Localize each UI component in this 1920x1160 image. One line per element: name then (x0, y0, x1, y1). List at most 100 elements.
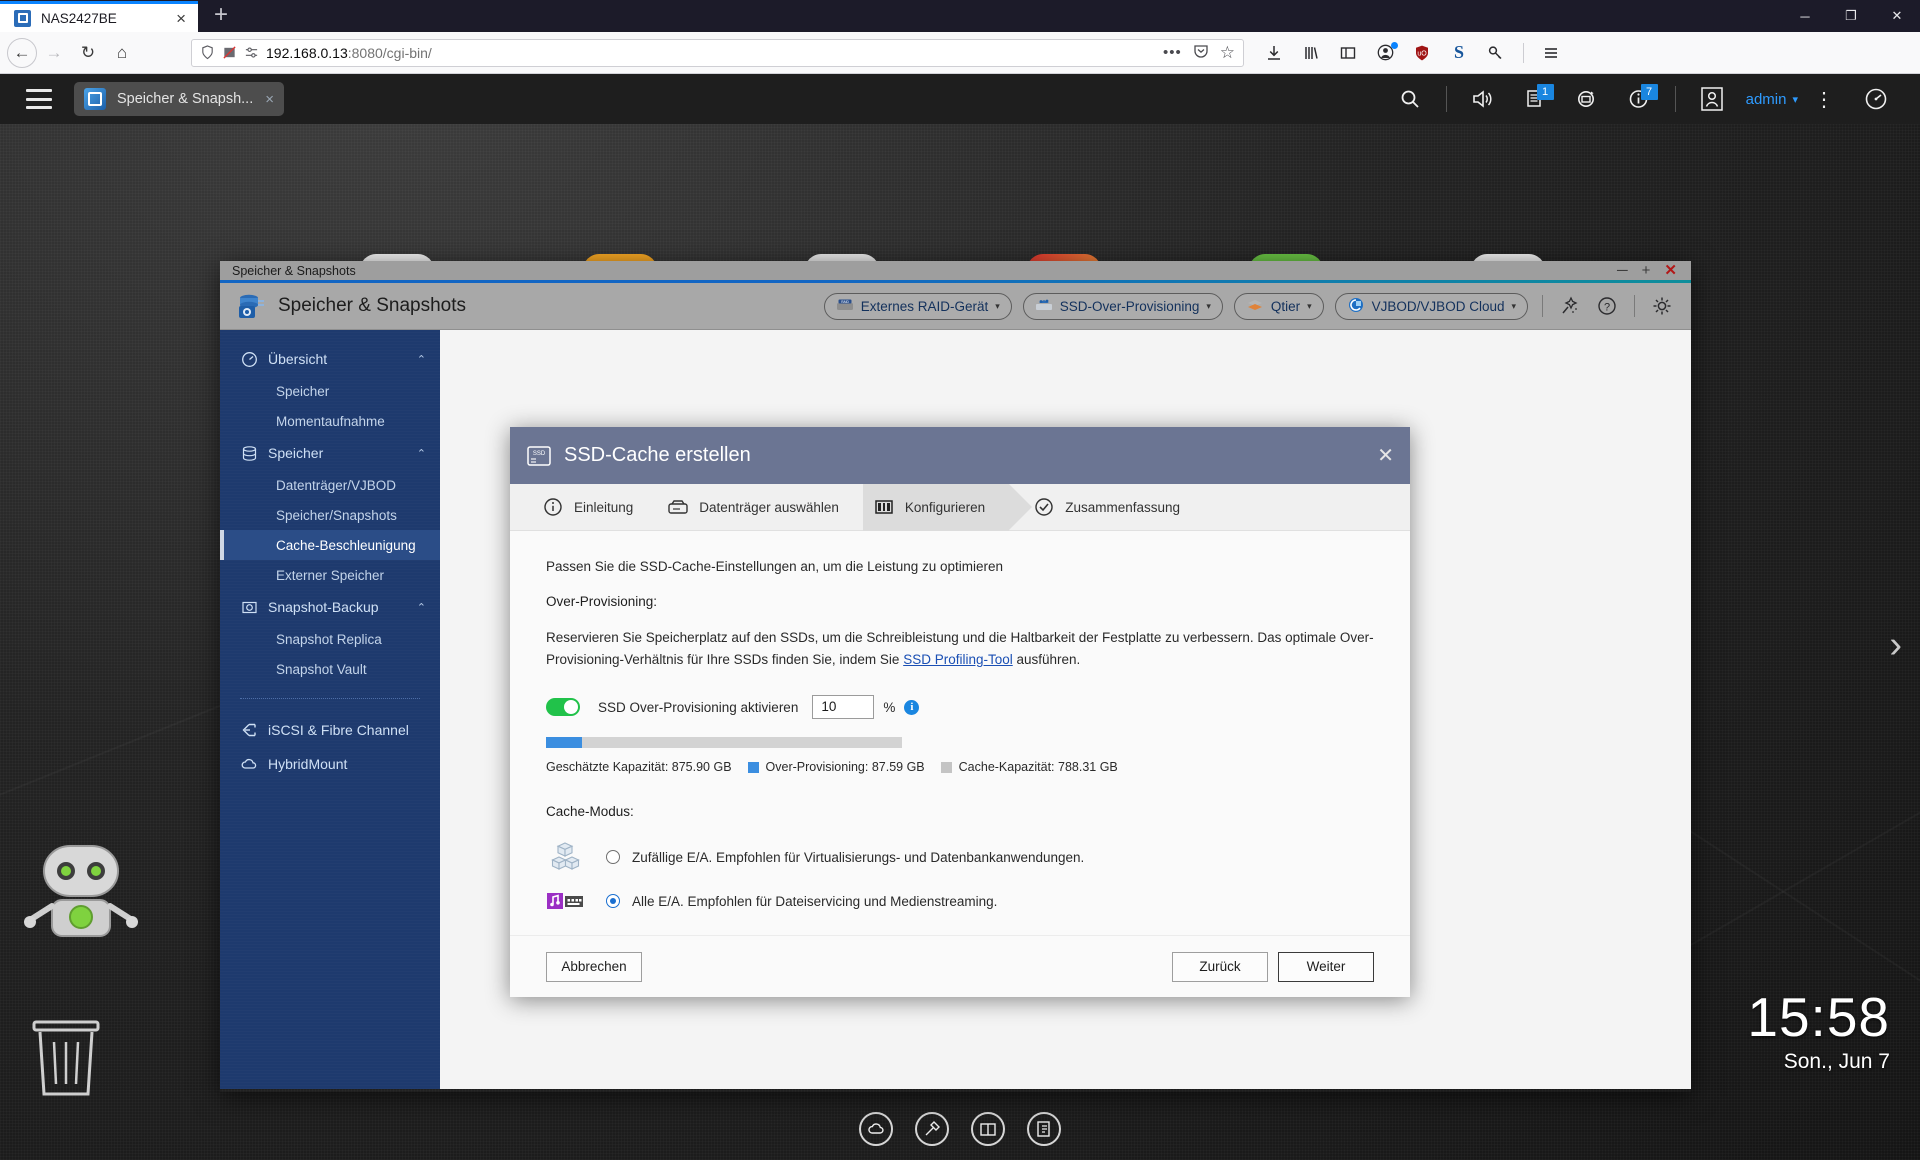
qtier-icon (1246, 298, 1264, 315)
back-button[interactable]: ← (7, 37, 37, 68)
chevron-up-icon: ⌃ (416, 353, 426, 366)
app-window-title: Speicher & Snapshots (232, 263, 356, 278)
toolbar-button-vjbod[interactable]: VJBOD/VJBOD Cloud ▾ (1334, 292, 1528, 320)
radio-all-io[interactable] (606, 894, 620, 908)
external-device-icon[interactable] (1561, 74, 1613, 124)
dialog-title: SSD-Cache erstellen (564, 444, 751, 466)
cloud-icon[interactable] (859, 1112, 893, 1146)
browser-tab[interactable]: NAS2427BE × (0, 1, 198, 32)
notifications-icon[interactable]: 7 (1613, 74, 1665, 124)
window-maximize-button[interactable]: + (1642, 263, 1651, 278)
background-tasks-icon[interactable]: 1 (1509, 74, 1561, 124)
close-icon[interactable]: × (172, 10, 190, 27)
menu-icon[interactable] (1535, 38, 1567, 68)
info-icon[interactable]: i (904, 699, 920, 715)
toolbar-button-ssd-over-provisioning[interactable]: SSD-Over-Provisioning ▾ (1022, 292, 1223, 320)
next-button[interactable]: Weiter (1278, 951, 1374, 982)
badge-count: 7 (1640, 84, 1658, 100)
close-icon[interactable]: ✕ (1377, 446, 1394, 466)
over-provisioning-percent-input[interactable]: 10 (812, 695, 875, 719)
reload-button[interactable]: ↻ (71, 38, 105, 68)
download-icon[interactable] (1258, 38, 1290, 68)
step-datentraeger-auswaehlen[interactable]: Datenträger auswählen (657, 484, 863, 531)
sidebar-item-speicher[interactable]: Speicher (220, 376, 440, 406)
user-menu[interactable]: admin ▾ (1746, 91, 1798, 108)
sidebar-item-hybridmount[interactable]: HybridMount (220, 747, 440, 781)
close-window-button[interactable]: ✕ (1874, 0, 1920, 32)
sidebar-item-datentraeger-vjbod[interactable]: Datenträger/VJBOD (220, 470, 440, 500)
search-icon[interactable] (1384, 74, 1436, 124)
ssd-profiling-tool-link[interactable]: SSD Profiling-Tool (903, 652, 1013, 667)
sidebar-group-snapshot-backup[interactable]: Snapshot-Backup ⌃ (220, 590, 440, 624)
sidebar-group-uebersicht[interactable]: Übersicht ⌃ (220, 342, 440, 376)
sidebar-item-cache-beschleunigung[interactable]: Cache-Beschleunigung (220, 530, 440, 560)
over-provisioning-toggle[interactable] (546, 698, 580, 716)
shield-icon[interactable] (200, 45, 215, 60)
url-host: 192.168.0.13 (266, 44, 348, 61)
cache-mode-option-random-io[interactable]: Zufällige E/A. Empfohlen für Virtualisie… (546, 835, 1374, 879)
radio-random-io[interactable] (606, 850, 620, 864)
next-page-arrow[interactable]: › (1889, 624, 1902, 667)
notes-icon[interactable] (1027, 1112, 1061, 1146)
sidebar-item-snapshot-replica[interactable]: Snapshot Replica (220, 624, 440, 654)
page-actions-icon[interactable]: ••• (1163, 44, 1182, 61)
minimize-button[interactable]: ─ (1782, 0, 1828, 32)
dashboard-icon[interactable] (1850, 74, 1902, 124)
badge-count: 1 (1536, 84, 1554, 100)
window-close-button[interactable]: ✕ (1664, 263, 1677, 278)
ublock-icon[interactable]: uO (1406, 38, 1438, 68)
noscript-icon[interactable] (222, 45, 237, 60)
more-options-icon[interactable]: ⋮ (1798, 74, 1850, 124)
hamburger-icon[interactable] (26, 89, 52, 109)
dialog-body: Passen Sie die SSD-Cache-Einstellungen a… (510, 531, 1410, 935)
library-icon[interactable] (1295, 38, 1327, 68)
magic-wand-icon[interactable] (1557, 293, 1583, 319)
account-icon[interactable] (1369, 38, 1401, 68)
sidebar-item-iscsi-fibre-channel[interactable]: iSCSI & Fibre Channel (220, 713, 440, 747)
cubes-icon (546, 840, 586, 874)
sidebar-item-externer-speicher[interactable]: Externer Speicher (220, 560, 440, 590)
sidebar-item-speicher-snapshots[interactable]: Speicher/Snapshots (220, 500, 440, 530)
sidebar-item-snapshot-vault[interactable]: Snapshot Vault (220, 654, 440, 684)
step-einleitung[interactable]: Einleitung (532, 484, 657, 531)
window-minimize-button[interactable]: ─ (1617, 263, 1628, 278)
step-label: Datenträger auswählen (699, 499, 839, 515)
helpdesk-icon[interactable] (915, 1112, 949, 1146)
home-button[interactable]: ⌂ (105, 38, 139, 68)
permissions-icon[interactable] (244, 45, 259, 60)
browser-toolbar-icons: uO S (1258, 38, 1567, 68)
url-bar[interactable]: 192.168.0.13:8080/cgi-bin/ ••• ☆ (191, 38, 1244, 67)
close-icon[interactable]: × (265, 91, 274, 108)
qts-top-bar: Speicher & Snapsh... × 1 7 admin ▾ ⋮ (0, 74, 1920, 124)
disk-icon (667, 496, 689, 518)
speicher-snapshots-icon (84, 88, 106, 110)
settings-gear-icon[interactable] (1649, 293, 1675, 319)
cancel-button[interactable]: Abbrechen (546, 951, 642, 982)
bookmark-star-icon[interactable]: ☆ (1220, 43, 1235, 63)
sidebar-group-speicher[interactable]: Speicher ⌃ (220, 436, 440, 470)
forward-button[interactable]: → (37, 38, 71, 68)
sidebar-item-momentaufnahme[interactable]: Momentaufnahme (220, 406, 440, 436)
step-zusammenfassung[interactable]: Zusammenfassung (1023, 484, 1204, 531)
nas-icon (14, 9, 31, 27)
user-name: admin (1745, 90, 1787, 108)
s-extension-icon[interactable]: S (1443, 38, 1475, 68)
trash-icon[interactable] (28, 1014, 104, 1105)
step-konfigurieren[interactable]: Konfigurieren (862, 483, 1033, 531)
sidebar-icon[interactable] (1332, 38, 1364, 68)
help-icon[interactable]: ? (1594, 293, 1620, 319)
toolbar-button-qtier[interactable]: Qtier ▾ (1233, 292, 1324, 320)
window-icon[interactable] (971, 1112, 1005, 1146)
pocket-icon[interactable] (1193, 43, 1209, 62)
toolbar-button-externes-raid-geraet[interactable]: RAID Externes RAID-Gerät ▾ (823, 292, 1012, 320)
new-tab-button[interactable]: + (206, 1, 236, 28)
cache-mode-option-all-io[interactable]: Alle E/A. Empfohlen für Dateiservicing u… (546, 879, 1374, 923)
back-button[interactable]: Zurück (1172, 951, 1268, 982)
app-title-bar[interactable]: Speicher & Snapshots ─ + ✕ (220, 261, 1691, 283)
maximize-button[interactable]: ❐ (1828, 0, 1874, 32)
cache-capacity-label: Cache-Kapazität: 788.31 GB (958, 760, 1118, 774)
volume-icon[interactable] (1457, 74, 1509, 124)
key-icon[interactable] (1480, 38, 1512, 68)
taskbar-app-speicher-snapshots[interactable]: Speicher & Snapsh... × (74, 82, 284, 116)
user-avatar-icon[interactable] (1686, 74, 1738, 124)
